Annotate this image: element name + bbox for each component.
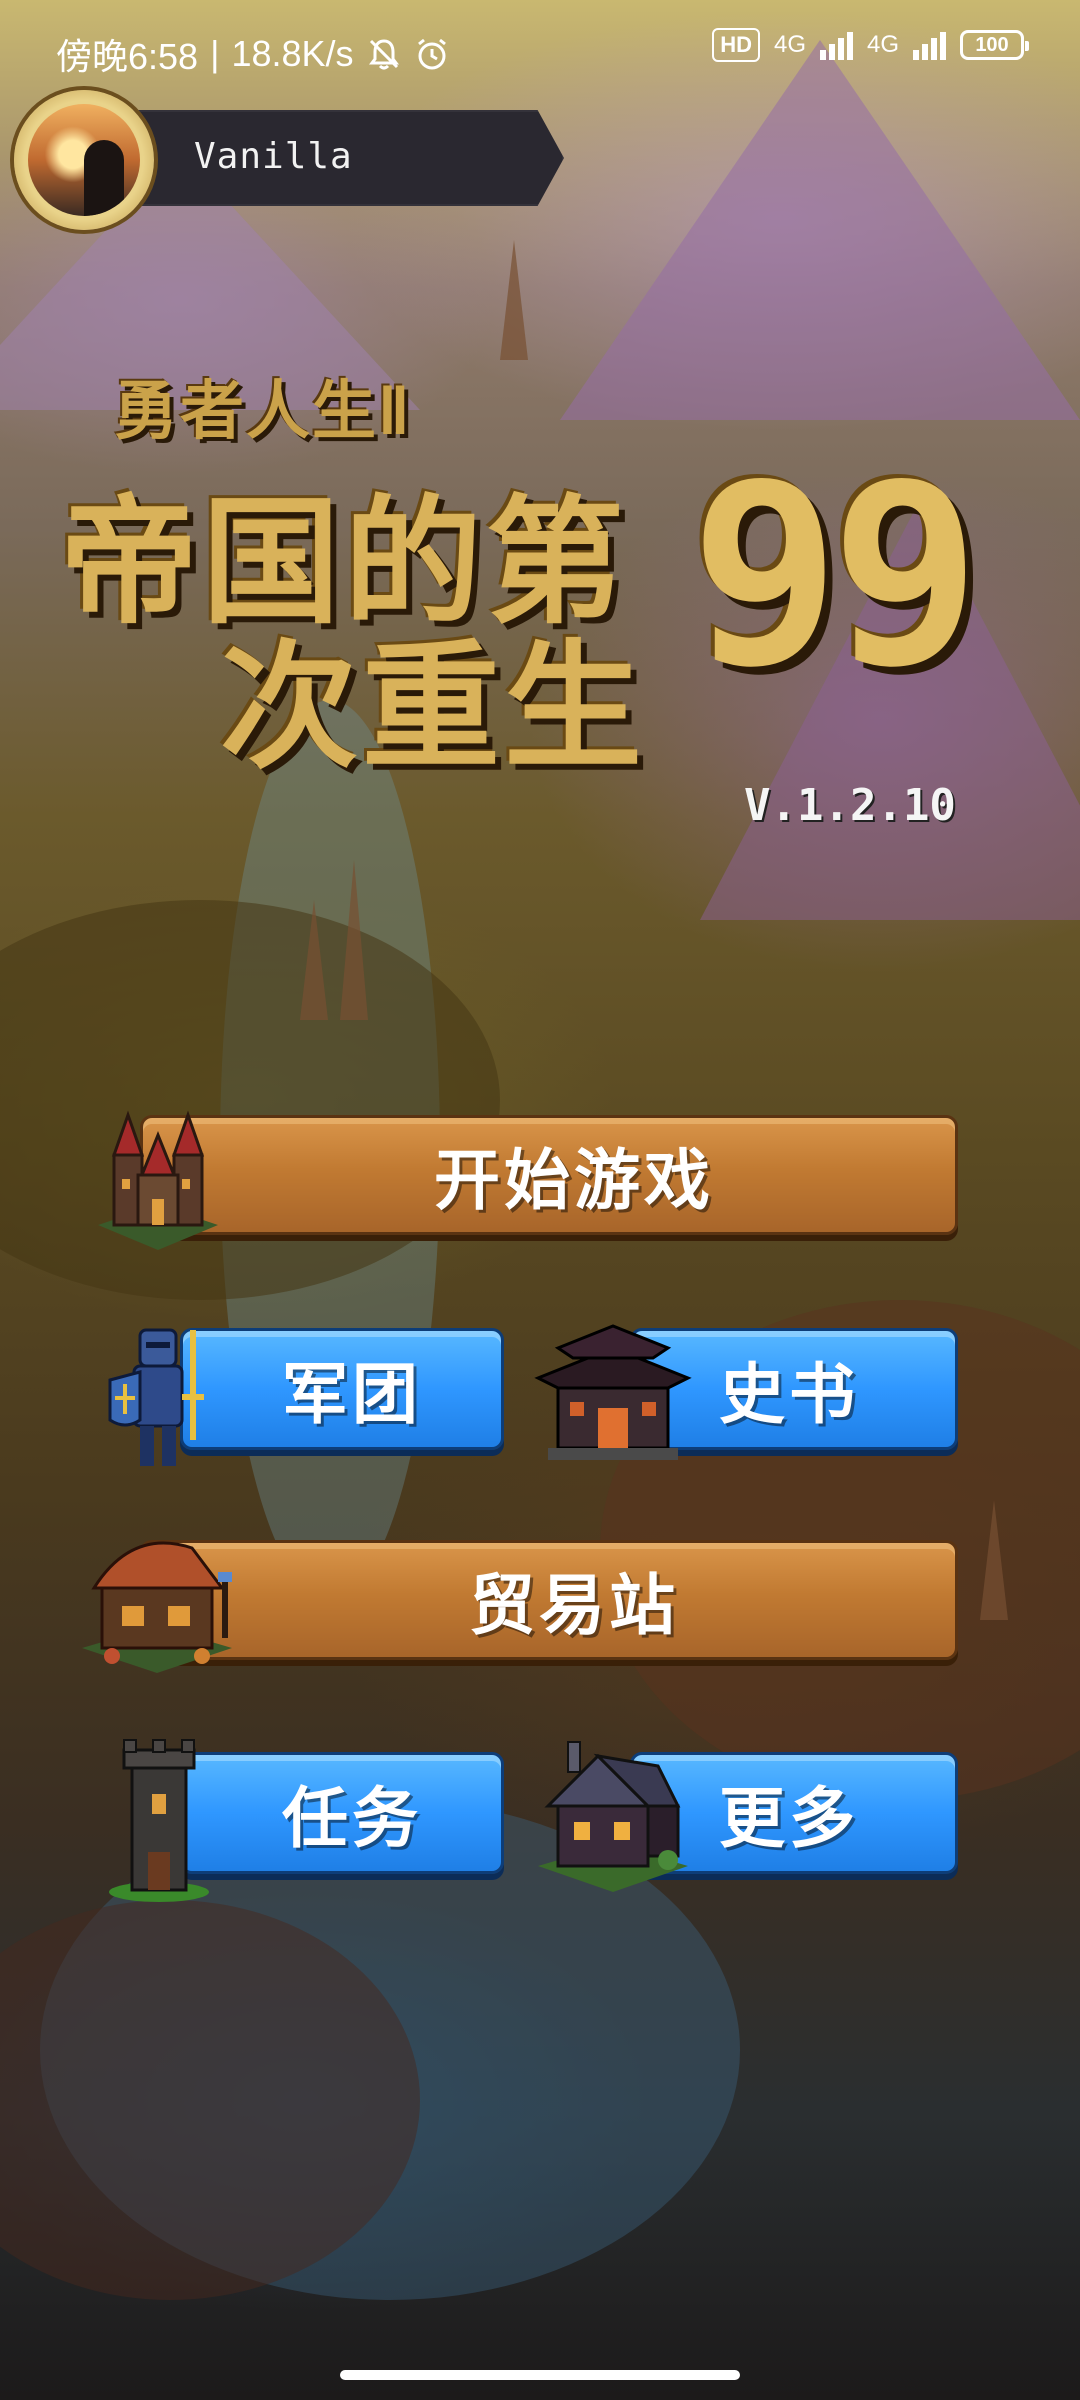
hd-badge: HD bbox=[712, 28, 760, 62]
bell-muted-icon bbox=[368, 39, 399, 70]
trading-post-label: 贸易站 bbox=[469, 1567, 679, 1644]
status-time: 傍晚6:58 bbox=[56, 36, 199, 77]
start-game-label: 开始游戏 bbox=[434, 1142, 714, 1219]
background-castle-spire bbox=[980, 1500, 1008, 1620]
battery-level: 100 bbox=[975, 33, 1009, 56]
background-castle-spire bbox=[300, 900, 328, 1020]
status-left: 傍晚6:58 | 18.8K/s bbox=[56, 28, 450, 80]
home-indicator[interactable] bbox=[340, 2370, 740, 2380]
history-book-button[interactable]: 史书 bbox=[630, 1328, 958, 1450]
background-castle-spire bbox=[340, 860, 368, 1020]
more-label: 更多 bbox=[719, 1780, 859, 1857]
network-type-2: 4G bbox=[866, 31, 899, 58]
more-button[interactable]: 更多 bbox=[630, 1752, 958, 1874]
status-bar: 傍晚6:58 | 18.8K/s HD 4G 4G 100 bbox=[0, 0, 1080, 100]
network-type-1: 4G bbox=[773, 31, 806, 58]
legion-button[interactable]: 军团 bbox=[180, 1328, 504, 1450]
signal-icon bbox=[819, 30, 853, 60]
avatar[interactable] bbox=[28, 104, 140, 216]
alarm-icon bbox=[417, 38, 446, 70]
game-title-logo: 勇者人生Ⅱ 帝国的第 次重生 99 bbox=[60, 360, 1020, 840]
signal-icon bbox=[913, 30, 946, 60]
title-line-2: 次重生 bbox=[220, 627, 647, 788]
game-main-menu-screen: 傍晚6:58 | 18.8K/s HD 4G 4G 100 Vanilla 勇者… bbox=[0, 0, 1080, 2400]
player-name: Vanilla bbox=[194, 136, 353, 177]
player-profile[interactable]: Vanilla bbox=[14, 90, 564, 230]
quests-label: 任务 bbox=[282, 1780, 422, 1857]
title-number: 99 bbox=[690, 430, 981, 721]
trading-post-button[interactable]: 贸易站 bbox=[140, 1540, 958, 1660]
status-separator: | bbox=[210, 33, 220, 74]
version-label: V.1.2.10 bbox=[744, 780, 956, 831]
legion-label: 军团 bbox=[282, 1356, 422, 1433]
status-right: HD 4G 4G 100 bbox=[712, 28, 1029, 62]
network-speed: 18.8K/s bbox=[231, 33, 354, 74]
start-game-button[interactable]: 开始游戏 bbox=[140, 1115, 958, 1235]
quests-button[interactable]: 任务 bbox=[180, 1752, 504, 1874]
avatar-frame[interactable] bbox=[14, 90, 154, 230]
history-book-label: 史书 bbox=[719, 1356, 859, 1433]
battery-icon: 100 bbox=[960, 30, 1029, 60]
background-castle-spire bbox=[500, 240, 528, 360]
title-subtitle: 勇者人生Ⅱ bbox=[114, 375, 412, 449]
